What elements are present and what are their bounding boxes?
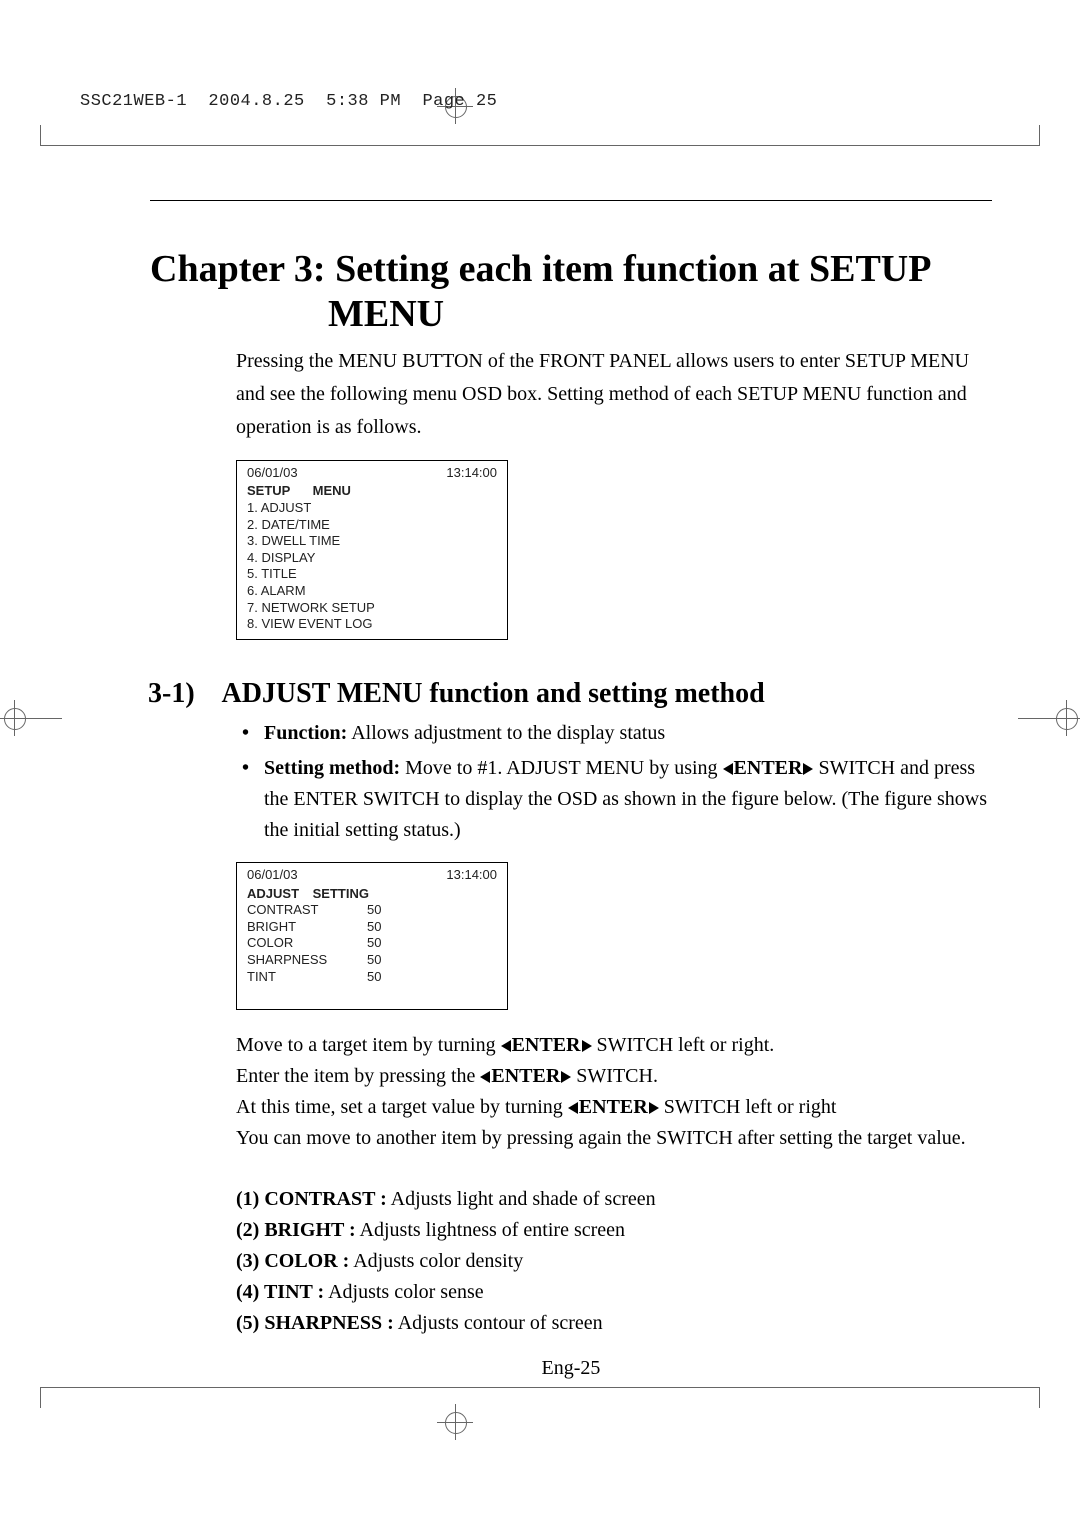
crop-tick: [1039, 1388, 1040, 1408]
definition-line: (2) BRIGHT : Adjusts lightness of entire…: [236, 1215, 992, 1246]
definition-line: (4) TINT : Adjusts color sense: [236, 1277, 992, 1308]
bullet-list: Function: Allows adjustment to the displ…: [236, 718, 992, 846]
list-item: Setting method: Move to #1. ADJUST MENU …: [236, 753, 992, 846]
osd-adjust-name: SHARPNESS: [247, 952, 367, 969]
osd-menu-item: 5. TITLE: [247, 566, 497, 583]
osd-menu-item: 6. ALARM: [247, 583, 497, 600]
enter-word: ENTER: [512, 1034, 581, 1056]
crop-rule-top: [40, 145, 1040, 146]
body-text: SWITCH.: [571, 1065, 658, 1087]
definition-text: Adjusts contour of screen: [394, 1312, 603, 1334]
osd-menu-item: 8. VIEW EVENT LOG: [247, 616, 497, 633]
chapter-title: Setting each item function at SETUP MENU: [328, 248, 929, 335]
osd-menu-item: 7. NETWORK SETUP: [247, 600, 497, 617]
registration-mark-icon: [1048, 700, 1080, 736]
definitions-block: (1) CONTRAST : Adjusts light and shade o…: [236, 1184, 992, 1339]
osd-adjust-value: 50: [367, 952, 397, 969]
osd-adjust-name: TINT: [247, 969, 367, 986]
function-label: Function:: [264, 722, 347, 744]
body-text: You can move to another item by pressing…: [236, 1123, 992, 1154]
triangle-left-icon: [723, 763, 733, 775]
triangle-left-icon: [501, 1040, 511, 1052]
body-text: Enter the item by pressing the: [236, 1065, 480, 1087]
osd-adjust-setting: 06/01/03 13:14:00 ADJUST SETTING CONTRAS…: [236, 862, 508, 1010]
section-number: 3-1): [148, 678, 216, 710]
osd-adjust-name: COLOR: [247, 935, 367, 952]
definition-label: (1) CONTRAST :: [236, 1188, 387, 1210]
body-text: Move to a target item by turning: [236, 1034, 501, 1056]
osd-menu-item: 4. DISPLAY: [247, 550, 497, 567]
osd-header-col: ADJUST: [247, 886, 309, 903]
top-divider: [150, 200, 992, 201]
chapter-heading: Chapter 3: Setting each item function at…: [328, 247, 992, 337]
definition-text: Adjusts color sense: [324, 1281, 483, 1303]
osd-menu-item: 1. ADJUST: [247, 500, 497, 517]
osd-date: 06/01/03: [247, 867, 298, 884]
osd-time: 13:14:00: [446, 465, 497, 482]
crop-tick: [40, 125, 41, 145]
registration-mark-icon: [437, 1404, 473, 1440]
enter-word: ENTER: [734, 757, 803, 779]
definition-label: (2) BRIGHT :: [236, 1219, 356, 1241]
definition-label: (4) TINT :: [236, 1281, 324, 1303]
triangle-right-icon: [582, 1040, 592, 1052]
definition-label: (3) COLOR :: [236, 1250, 349, 1272]
body-paragraph: Move to a target item by turning ENTER S…: [236, 1030, 992, 1154]
osd-header-col: SETUP: [247, 483, 309, 500]
section-title: ADJUST MENU function and setting method: [221, 678, 764, 709]
osd-adjust-row: CONTRAST50: [247, 902, 497, 919]
osd-header-col: SETTING: [313, 886, 369, 901]
osd-header-col: MENU: [313, 483, 351, 498]
osd-adjust-value: 50: [367, 935, 397, 952]
page-content: SSC21WEB-1 2004.8.25 5:38 PM Page 25 Cha…: [150, 200, 992, 1328]
list-item: Function: Allows adjustment to the displ…: [236, 718, 992, 749]
crop-rule-side: [28, 718, 62, 719]
osd-adjust-row: TINT50: [247, 969, 497, 986]
definition-line: (1) CONTRAST : Adjusts light and shade o…: [236, 1184, 992, 1215]
setting-method-text: Move to #1. ADJUST MENU by using: [400, 757, 722, 779]
triangle-left-icon: [568, 1102, 578, 1114]
triangle-right-icon: [649, 1102, 659, 1114]
osd-adjust-value: 50: [367, 919, 397, 936]
print-slugline: SSC21WEB-1 2004.8.25 5:38 PM Page 25: [80, 92, 497, 111]
osd-menu-item: 3. DWELL TIME: [247, 533, 497, 550]
osd-adjust-value: 50: [367, 902, 397, 919]
body-text: SWITCH left or right.: [592, 1034, 775, 1056]
function-text: Allows adjustment to the display status: [347, 722, 665, 744]
crop-rule-side: [1018, 718, 1052, 719]
enter-word: ENTER: [579, 1096, 648, 1118]
definition-text: Adjusts lightness of entire screen: [356, 1219, 625, 1241]
definition-line: (5) SHARPNESS : Adjusts contour of scree…: [236, 1308, 992, 1339]
intro-paragraph: Pressing the MENU BUTTON of the FRONT PA…: [236, 345, 992, 444]
osd-setup-menu: 06/01/03 13:14:00 SETUP MENU 1. ADJUST2.…: [236, 460, 508, 640]
enter-word: ENTER: [491, 1065, 560, 1087]
osd-adjust-name: BRIGHT: [247, 919, 367, 936]
definition-text: Adjusts light and shade of screen: [387, 1188, 656, 1210]
body-text: SWITCH left or right: [659, 1096, 837, 1118]
setting-method-label: Setting method:: [264, 757, 400, 779]
osd-adjust-row: BRIGHT50: [247, 919, 497, 936]
osd-adjust-row: COLOR50: [247, 935, 497, 952]
page-number: Eng-25: [150, 1357, 992, 1380]
section-heading: 3-1) ADJUST MENU function and setting me…: [148, 678, 992, 710]
osd-adjust-name: CONTRAST: [247, 902, 367, 919]
body-text: At this time, set a target value by turn…: [236, 1096, 568, 1118]
crop-tick: [40, 1388, 41, 1408]
triangle-left-icon: [480, 1071, 490, 1083]
triangle-right-icon: [561, 1071, 571, 1083]
definition-label: (5) SHARPNESS :: [236, 1312, 394, 1334]
definition-text: Adjusts color density: [349, 1250, 523, 1272]
osd-date: 06/01/03: [247, 465, 298, 482]
osd-adjust-row: SHARPNESS50: [247, 952, 497, 969]
triangle-right-icon: [803, 763, 813, 775]
osd-adjust-value: 50: [367, 969, 397, 986]
crop-rule-bottom: [40, 1387, 1040, 1388]
chapter-label: Chapter 3:: [150, 248, 326, 290]
osd-time: 13:14:00: [446, 867, 497, 884]
osd-menu-item: 2. DATE/TIME: [247, 517, 497, 534]
definition-line: (3) COLOR : Adjusts color density: [236, 1246, 992, 1277]
crop-tick: [1039, 125, 1040, 145]
